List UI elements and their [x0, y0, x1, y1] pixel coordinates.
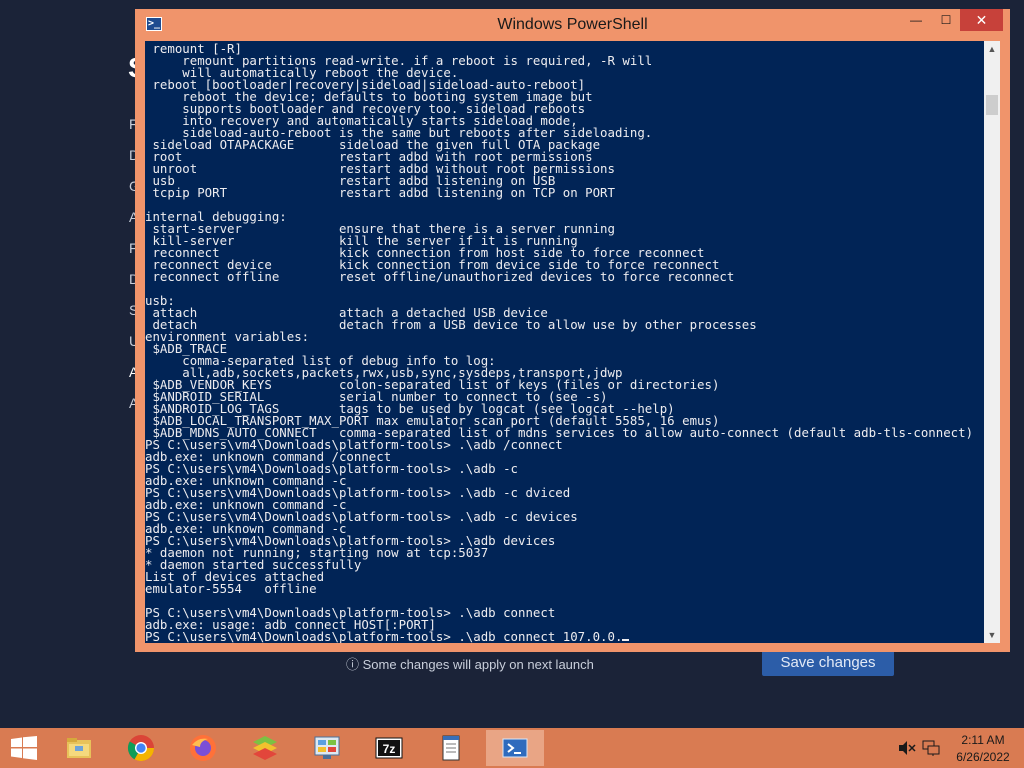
- volume-muted-icon[interactable]: [898, 740, 916, 756]
- window-title: Windows PowerShell: [497, 16, 648, 33]
- taskbar-firefox[interactable]: [174, 730, 232, 766]
- console-line: tcpip PORT restart adbd listening on TCP…: [152, 185, 615, 200]
- scrollbar-thumb[interactable]: [986, 95, 998, 115]
- taskbar-bluestacks[interactable]: [236, 730, 294, 766]
- save-changes-button[interactable]: Save changes: [762, 648, 894, 676]
- system-tray: 2:11 AM 6/26/2022: [890, 728, 1024, 768]
- 7zip-icon: 7z: [375, 737, 403, 759]
- console-line: emulator-5554 offline: [145, 581, 317, 596]
- notepad-icon: [442, 735, 460, 761]
- console-prompt: PS C:\users\vm4\Downloads\platform-tools…: [145, 629, 459, 643]
- chrome-icon: [127, 735, 155, 762]
- maximize-button[interactable]: ☐: [931, 9, 961, 31]
- relaunch-info-note: ⓘ Some changes will apply on next launch: [346, 657, 594, 672]
- console-output[interactable]: remount [-R] remount partitions read-wri…: [145, 41, 984, 643]
- taskbar-powershell[interactable]: [486, 730, 544, 766]
- start-button[interactable]: [0, 728, 48, 768]
- close-button[interactable]: ✕: [960, 9, 1003, 31]
- scroll-down-arrow-icon[interactable]: ▼: [984, 627, 1000, 643]
- console-input[interactable]: .\adb connect 107.0.0.: [458, 629, 622, 643]
- clock-date[interactable]: 6/26/2022: [948, 750, 1018, 764]
- control-panel-icon: [314, 736, 340, 759]
- network-icon[interactable]: [922, 740, 940, 756]
- window-titlebar[interactable]: >_ Windows PowerShell — ☐ ✕: [135, 9, 1010, 41]
- folder-icon: [67, 738, 91, 758]
- taskbar-7zip[interactable]: 7z: [360, 730, 418, 766]
- svg-text:7z: 7z: [383, 742, 396, 756]
- firefox-icon: [190, 735, 216, 761]
- taskbar-control-panel[interactable]: [298, 730, 356, 766]
- console-text: remount [-R] remount partitions read-wri…: [145, 41, 984, 643]
- taskbar-notepad[interactable]: [422, 730, 480, 766]
- taskbar-file-explorer[interactable]: [50, 730, 108, 766]
- powershell-taskbar-icon: [502, 738, 528, 758]
- taskbar: 7z 2:11 AM 6/26/2022: [0, 728, 1024, 768]
- bluestacks-icon: [253, 736, 277, 760]
- clock-time[interactable]: 2:11 AM: [948, 733, 1018, 747]
- powershell-window: >_ Windows PowerShell — ☐ ✕ remount [-R]…: [135, 9, 1010, 652]
- console-line: reconnect offline reset offline/unauthor…: [152, 269, 735, 284]
- text-cursor: [622, 639, 630, 641]
- taskbar-chrome[interactable]: [112, 730, 170, 766]
- windows-logo-icon: [11, 736, 37, 760]
- scroll-up-arrow-icon[interactable]: ▲: [984, 41, 1000, 57]
- vertical-scrollbar[interactable]: ▲ ▼: [984, 41, 1000, 643]
- minimize-button[interactable]: —: [901, 9, 931, 31]
